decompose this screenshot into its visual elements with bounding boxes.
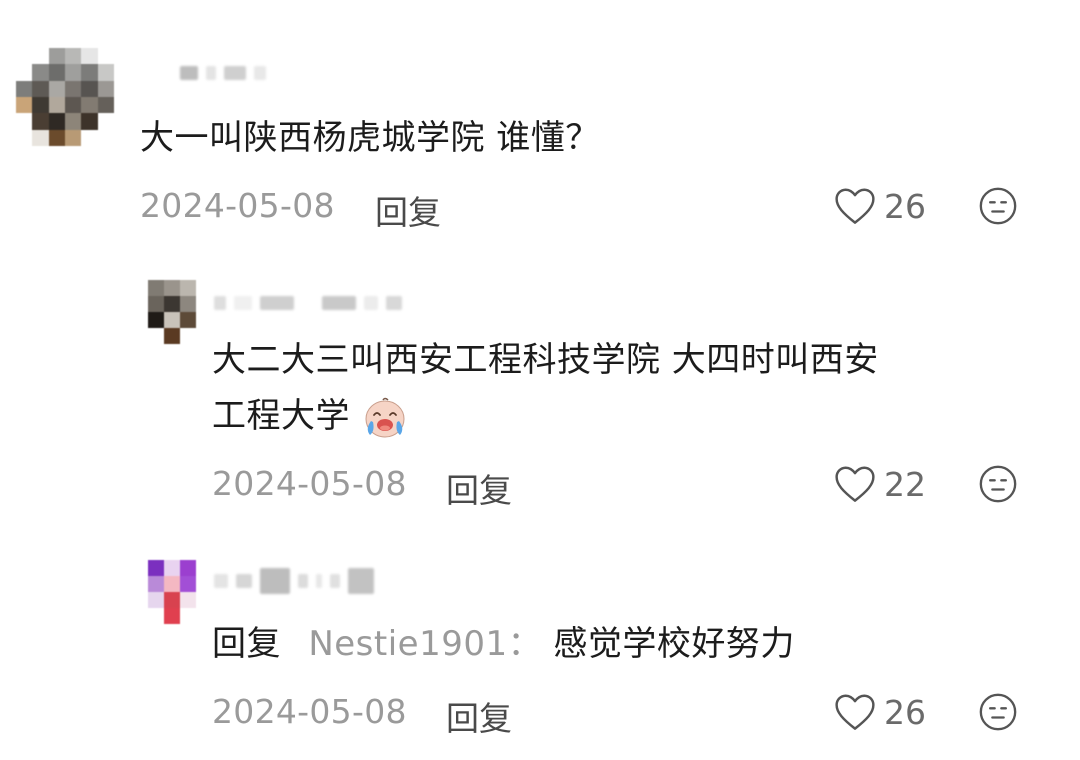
like-button[interactable]: 26 [834, 692, 926, 732]
username[interactable] [214, 568, 374, 594]
avatar[interactable] [148, 560, 196, 624]
heart-outline-icon [835, 694, 875, 730]
meh-face-icon[interactable] [978, 692, 1018, 732]
like-button[interactable]: 26 [834, 186, 926, 226]
comment-date: 2024-05-08 [212, 464, 407, 503]
comment-text-line2: 工程大学 [212, 388, 411, 444]
username[interactable] [214, 296, 402, 310]
reply-prefix: 回复 [212, 624, 281, 664]
reply-target-username[interactable]: Nestie1901 [308, 624, 507, 664]
reply-button[interactable]: 回复 [446, 692, 512, 740]
avatar[interactable] [16, 48, 114, 146]
comment-text: 回复 Nestie1901： 感觉学校好努力 [212, 616, 795, 672]
reply-button[interactable]: 回复 [446, 464, 512, 512]
comment-text: 大一叫陕西杨虎城学院 谁懂？ [140, 118, 600, 158]
reply-button[interactable]: 回复 [375, 186, 441, 234]
comment-text-line1: 大二大三叫西安工程科技学院 大四时叫西安 [212, 340, 879, 380]
like-count: 22 [884, 464, 926, 504]
avatar[interactable] [148, 280, 196, 344]
comment-date: 2024-05-08 [140, 186, 335, 225]
like-count: 26 [884, 692, 926, 732]
comment-body: 感觉学校好努力 [553, 624, 795, 664]
meh-face-icon[interactable] [978, 464, 1018, 504]
heart-outline-icon [835, 466, 875, 502]
heart-outline-icon [835, 188, 875, 224]
comment-date: 2024-05-08 [212, 692, 407, 731]
like-button[interactable]: 22 [834, 464, 926, 504]
reply-separator: ： [507, 624, 543, 664]
comment-text-line2-text: 工程大学 [212, 396, 350, 436]
meh-face-icon[interactable] [978, 186, 1018, 226]
crying-laughing-baby-emoji [365, 397, 405, 437]
username[interactable] [180, 66, 266, 80]
like-count: 26 [884, 186, 926, 226]
